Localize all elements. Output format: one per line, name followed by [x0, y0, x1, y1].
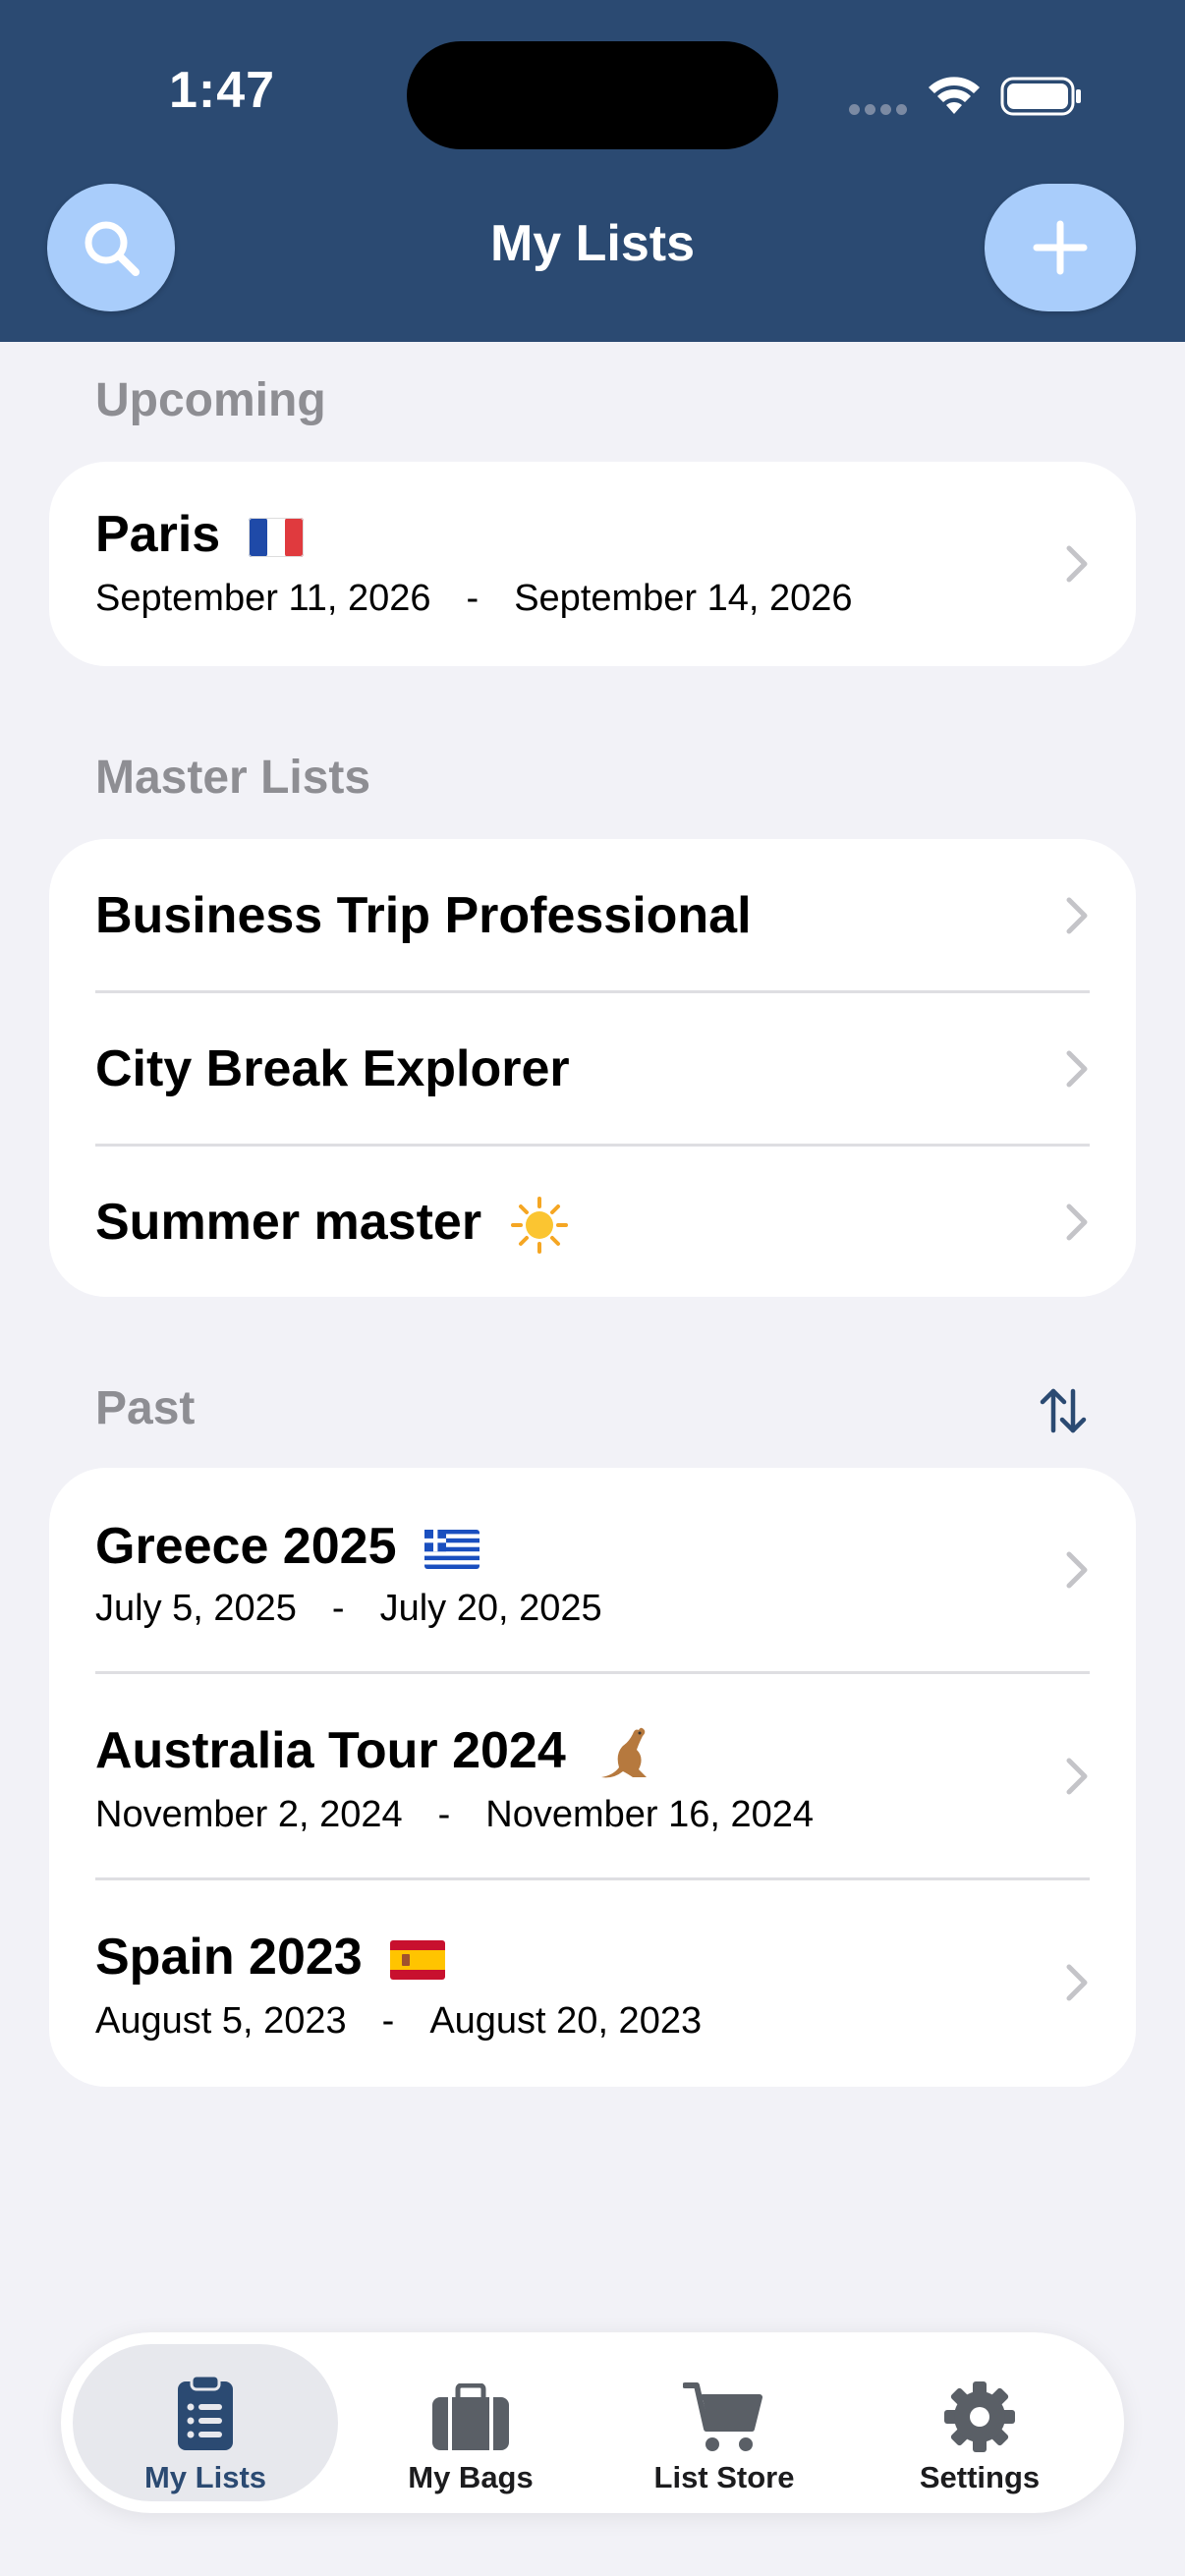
list-item-title: Paris: [95, 505, 304, 564]
list-item-title: Summer master: [95, 1193, 569, 1255]
chevron-right-icon: [1066, 1758, 1088, 1795]
list-item-title: Business Trip Professional: [95, 887, 752, 944]
sort-icon[interactable]: [1038, 1385, 1089, 1436]
plus-icon: [1033, 220, 1088, 275]
list-item[interactable]: Summer master: [49, 1146, 1136, 1297]
chevron-right-icon: [1066, 1204, 1088, 1241]
chevron-right-icon: [1066, 1964, 1088, 2001]
chevron-right-icon: [1066, 545, 1088, 583]
list-item-dates: July 5, 2025- July 20, 2025: [95, 1588, 602, 1629]
list-item-title: Spain 2023: [95, 1928, 446, 1987]
wifi-icon: [929, 77, 980, 114]
dynamic-island: [407, 41, 778, 149]
list-item[interactable]: Spain 2023 August 5, 2023- August 20, 202…: [49, 1880, 1136, 2087]
list-item[interactable]: Greece 2025 July 5, 2025- July 20, 2025: [49, 1468, 1136, 1672]
kangaroo-icon: [601, 1727, 648, 1778]
list-item[interactable]: Paris September 11, 2026- September 14, 2…: [49, 462, 1136, 666]
list-item-dates: November 2, 2024- November 16, 2024: [95, 1794, 815, 1835]
chevron-right-icon: [1066, 1551, 1088, 1589]
list-item[interactable]: Australia Tour 2024 November 2, 2024- Nov…: [49, 1674, 1136, 1878]
add-list-button[interactable]: [985, 184, 1136, 311]
greece-flag-icon: [423, 1530, 480, 1570]
suitcase-icon: [432, 2383, 509, 2450]
chevron-right-icon: [1066, 897, 1088, 934]
cellular-signal-icon: [849, 104, 908, 116]
upcoming-card: Paris September 11, 2026- September 14, 2…: [49, 462, 1136, 666]
tab-list-store[interactable]: List Store: [592, 2344, 857, 2501]
spain-flag-icon: [390, 1940, 446, 1981]
list-item-title: City Break Explorer: [95, 1040, 570, 1097]
tab-bar: My Lists My Bags List Store Settings: [61, 2332, 1124, 2513]
clipboard-icon: [178, 2374, 233, 2450]
tab-settings[interactable]: Settings: [847, 2344, 1112, 2501]
gear-icon: [944, 2381, 1015, 2452]
header: 1:47 My Lists: [0, 0, 1185, 342]
tab-label: My Bags: [408, 2460, 534, 2494]
past-card: Greece 2025 July 5, 2025- July 20, 2025 A…: [49, 1468, 1136, 2087]
list-item-dates: August 5, 2023- August 20, 2023: [95, 2000, 703, 2042]
battery-icon: [1000, 77, 1081, 116]
chevron-right-icon: [1066, 1050, 1088, 1088]
tab-my-bags[interactable]: My Bags: [338, 2344, 603, 2501]
master-lists-card: Business Trip Professional City Break Ex…: [49, 839, 1136, 1297]
sun-icon: [510, 1197, 568, 1255]
section-master-label: Master Lists: [95, 752, 371, 804]
list-item-dates: September 11, 2026- September 14, 2026: [95, 578, 853, 619]
tab-my-lists[interactable]: My Lists: [73, 2344, 338, 2501]
tab-label: Settings: [919, 2460, 1041, 2494]
section-past-label: Past: [95, 1382, 196, 1434]
cart-icon: [683, 2382, 762, 2451]
list-item-title: Greece 2025: [95, 1517, 480, 1576]
tab-label: My Lists: [143, 2460, 267, 2494]
tab-label: List Store: [653, 2460, 795, 2494]
list-item[interactable]: Business Trip Professional: [49, 839, 1136, 991]
section-upcoming-label: Upcoming: [95, 374, 326, 426]
status-time: 1:47: [169, 62, 276, 119]
france-flag-icon: [248, 518, 304, 558]
list-item-title: Australia Tour 2024: [95, 1721, 656, 1783]
list-item[interactable]: City Break Explorer: [49, 992, 1136, 1145]
